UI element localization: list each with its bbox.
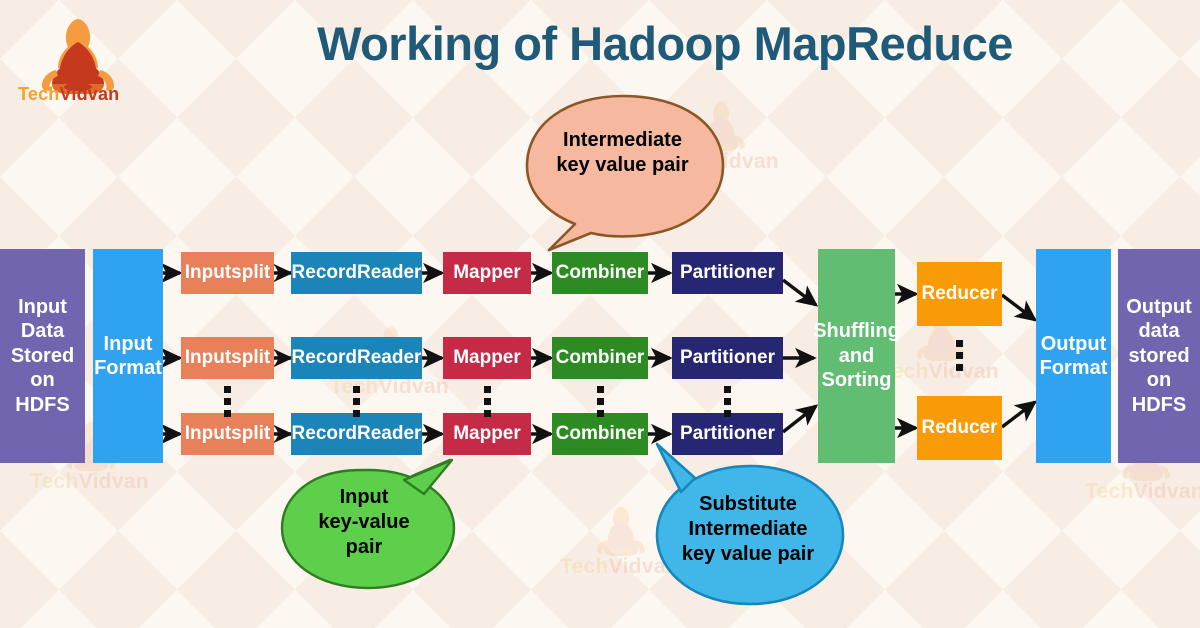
combiner-label: Combiner <box>555 262 645 284</box>
combiner-ellipsis <box>597 386 604 417</box>
combiner-block-3: Combiner <box>552 413 648 455</box>
mapper-label: Mapper <box>453 423 521 445</box>
output-format-label: Output Format <box>1039 332 1108 379</box>
combiner-label: Combiner <box>555 347 645 369</box>
reducer-block-1: Reducer <box>917 262 1002 326</box>
output-data-hdfs-label: Output data stored on HDFS <box>1126 296 1192 416</box>
partitioner-block-2: Partitioner <box>672 337 783 379</box>
reducer-label: Reducer <box>921 417 998 439</box>
mapper-block-3: Mapper <box>443 413 531 455</box>
combiner-block-1: Combiner <box>552 252 648 294</box>
reducer-ellipsis <box>956 340 963 371</box>
recordreader-ellipsis <box>353 386 360 417</box>
output-format-block: Output Format <box>1036 249 1111 463</box>
recordreader-label: RecordReader <box>291 423 422 445</box>
shuffling-sorting-block: Shuffling and Sorting <box>813 249 900 463</box>
partitioner-label: Partitioner <box>679 347 776 369</box>
inputsplit-block-1: Inputsplit <box>181 252 274 294</box>
inputsplit-label: Inputsplit <box>184 347 271 369</box>
inputsplit-block-2: Inputsplit <box>181 337 274 379</box>
recordreader-label: RecordReader <box>291 262 422 284</box>
substitute-bubble <box>655 442 845 606</box>
inputsplit-label: Inputsplit <box>184 423 271 445</box>
logo-word-vidvan: Vidvan <box>59 84 120 104</box>
partitioner-ellipsis <box>724 386 731 417</box>
recordreader-block-1: RecordReader <box>291 252 422 294</box>
partitioner-label: Partitioner <box>679 262 776 284</box>
inputsplit-block-3: Inputsplit <box>181 413 274 455</box>
combiner-label: Combiner <box>555 423 645 445</box>
shuffling-sorting-label: Shuffling and Sorting <box>813 320 900 392</box>
partitioner-block-1: Partitioner <box>672 252 783 294</box>
mapper-label: Mapper <box>453 347 521 369</box>
reducer-block-2: Reducer <box>917 396 1002 460</box>
mapper-block-1: Mapper <box>443 252 531 294</box>
output-data-hdfs-block: Output data stored on HDFS <box>1118 249 1200 463</box>
page-title: Working of Hadoop MapReduce <box>317 17 1013 70</box>
input-format-block: Input Format <box>93 249 163 463</box>
recordreader-block-3: RecordReader <box>291 413 422 455</box>
logo-word-tech: Tech <box>18 84 60 104</box>
inputsplit-label: Inputsplit <box>184 262 271 284</box>
mapper-block-2: Mapper <box>443 337 531 379</box>
inputsplit-ellipsis <box>224 386 231 417</box>
recordreader-label: RecordReader <box>291 347 422 369</box>
logo-wordmark: TechVidvan <box>18 84 119 105</box>
recordreader-block-2: RecordReader <box>291 337 422 379</box>
mapper-label: Mapper <box>453 262 521 284</box>
input-data-hdfs-block: Input Data Stored on HDFS <box>0 249 85 463</box>
input-format-label: Input Format <box>94 332 162 379</box>
mapper-ellipsis <box>484 386 491 417</box>
reducer-label: Reducer <box>921 283 998 305</box>
combiner-block-2: Combiner <box>552 337 648 379</box>
input-data-hdfs-label: Input Data Stored on HDFS <box>10 296 75 416</box>
input-kv-bubble <box>280 458 456 590</box>
intermediate-bubble <box>525 94 725 252</box>
